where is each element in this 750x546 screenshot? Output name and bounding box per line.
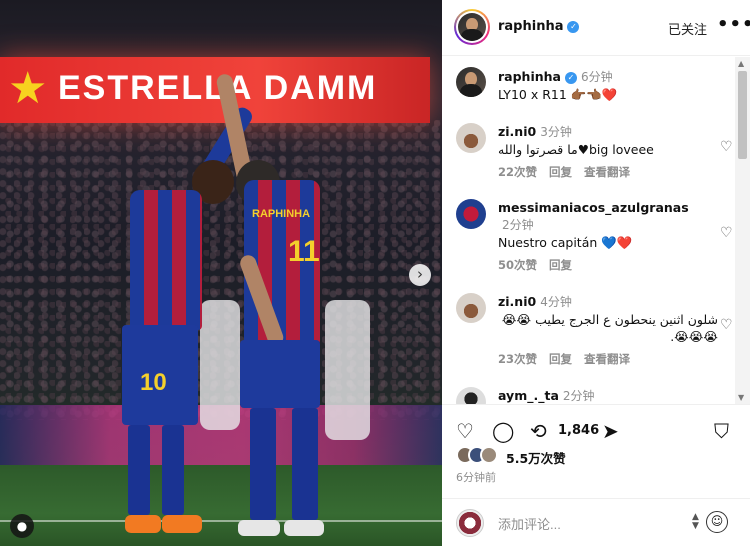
translate-button[interactable]: 查看翻译 (584, 352, 630, 366)
scrollbar[interactable]: ▲ ▼ (735, 57, 750, 404)
caption-time: 6分钟 (580, 70, 613, 84)
avatar[interactable] (456, 387, 486, 404)
post-time: 6分钟前 (456, 471, 496, 484)
verified-badge-icon: ✓ (567, 20, 580, 33)
more-options-icon[interactable]: ••• (717, 14, 750, 35)
comment-username[interactable]: zi.ni0 (498, 294, 536, 309)
scrollbar-thumb[interactable] (738, 71, 747, 159)
comment-username[interactable]: aym_._ta (498, 388, 559, 403)
reply-button[interactable]: 回复 (549, 258, 572, 272)
player-leg (162, 425, 184, 515)
comment-time: 2分钟 (562, 389, 595, 403)
emoji-icon[interactable]: ☺ (706, 511, 728, 533)
translate-button[interactable]: 查看翻译 (584, 165, 630, 179)
avatar (456, 509, 484, 537)
comment-text: Nuestro capitán 💙❤️ (498, 235, 633, 250)
comment-username[interactable]: zi.ni0 (498, 124, 536, 139)
comment-icon[interactable]: ◯ (492, 419, 514, 443)
username-text[interactable]: raphinha (498, 19, 563, 34)
player-boot (238, 520, 280, 536)
avatar[interactable] (456, 293, 486, 323)
player-boot (125, 515, 161, 533)
repost-count: 1,846 (558, 423, 600, 438)
comment-text: شلون اثنين ينحطون ع الجرج يطيب 😭😭😭😭😭. (501, 312, 718, 344)
player-leg (250, 408, 276, 520)
avatar (480, 446, 498, 464)
comment-text: ما قصرتوا والله♥big loveee (498, 142, 654, 157)
pitch-line (0, 520, 442, 522)
avatar[interactable] (456, 199, 486, 229)
comment-username[interactable]: messimaniacos_azulgranas (498, 200, 689, 215)
comment-time: 3分钟 (540, 125, 572, 139)
comment-time: 2分钟 (502, 218, 534, 232)
player-leg (128, 425, 150, 515)
comment-likes[interactable]: 50次赞 (498, 258, 537, 272)
chevron-right-icon[interactable]: › (409, 264, 431, 286)
post-header: raphinha ✓ 已关注 ••• (442, 0, 750, 56)
reply-button[interactable]: 回复 (549, 352, 572, 366)
background-player (200, 300, 240, 430)
avatar[interactable] (458, 13, 486, 41)
shirt-number: 11 (288, 235, 320, 268)
shirt-name: RAPHINHA (252, 208, 311, 220)
caption-username[interactable]: raphinha (498, 69, 561, 84)
comment-input[interactable] (498, 513, 678, 535)
user-icon[interactable]: ● (10, 514, 34, 538)
stadium-banner: ★ ESTRELLA DAMM (0, 57, 430, 123)
player-shorts (240, 340, 320, 408)
following-button[interactable]: 已关注 (668, 19, 707, 38)
repost-icon[interactable]: ⟲ (530, 419, 547, 443)
scroll-up-icon[interactable]: ▲ (738, 59, 744, 68)
comment-likes[interactable]: 22次赞 (498, 165, 537, 179)
heart-icon[interactable]: ♡ (456, 419, 474, 443)
avatar[interactable] (456, 67, 486, 97)
avatar[interactable] (456, 123, 486, 153)
star-logo: ★ (8, 63, 48, 114)
verified-badge-icon: ✓ (564, 71, 577, 84)
shorts-number: 10 (140, 369, 167, 396)
player-shirt (130, 190, 202, 330)
bookmark-icon[interactable]: ⛉ (714, 419, 729, 443)
post-photo[interactable]: ★ ESTRELLA DAMM 10 RAPHINHA 11 › ● (0, 0, 442, 546)
share-icon[interactable]: ➤ (602, 419, 619, 443)
caption-text: LY10 x R11 👉🏾👈🏾❤️ (498, 87, 618, 102)
story-ring[interactable] (454, 9, 490, 45)
player-leg (292, 408, 318, 520)
scroll-down-icon[interactable]: ▼ (738, 393, 744, 402)
header-username[interactable]: raphinha ✓ (498, 19, 580, 34)
player-boot (162, 515, 202, 533)
player-boot (284, 520, 324, 536)
comment-composer: ▲▼ ☺ (442, 498, 750, 546)
background-player (325, 300, 370, 440)
post-panel: raphinha✓ 已关注 ••• raphinha✓6分钟 LY10 x R1… (442, 0, 750, 546)
resize-stepper-icon[interactable]: ▲ ▼ (692, 513, 699, 531)
comment-likes[interactable]: 23次赞 (498, 352, 537, 366)
comment-time: 4分钟 (540, 295, 572, 309)
heart-icon[interactable]: ♡ (720, 317, 733, 333)
comments-list[interactable]: raphinha ✓ 6分钟 LY10 x R11 👉🏾👈🏾❤️ zi.ni0 3分钟… (442, 57, 735, 404)
likes-count[interactable]: 5.5万次赞 (506, 448, 566, 467)
reply-button[interactable]: 回复 (549, 165, 572, 179)
player-shorts: 10 (122, 325, 198, 425)
heart-icon[interactable]: ♡ (720, 139, 733, 155)
heart-icon[interactable]: ♡ (720, 225, 733, 241)
post-viewer: ★ ESTRELLA DAMM 10 RAPHINHA 11 › ● raphi… (0, 0, 750, 546)
pitch (0, 465, 442, 546)
